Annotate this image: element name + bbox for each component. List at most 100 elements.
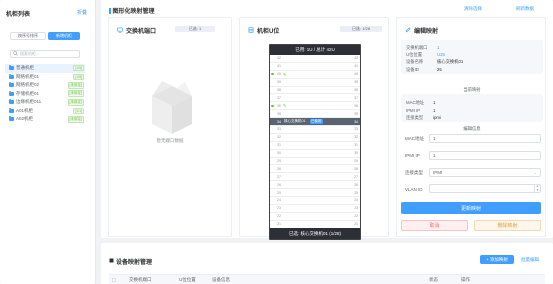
cancel-button[interactable]: 取消: [401, 220, 468, 231]
edit-card-title-text: 编辑映射: [414, 29, 439, 35]
switch-card-title-text: 交换机端口: [126, 29, 157, 35]
add-mapping-button[interactable]: + 添加映射: [480, 255, 514, 264]
slot-number-right: 24: [354, 198, 358, 203]
slot-number-right: 37: [354, 95, 358, 100]
rack-slot[interactable]: 23 23: [270, 205, 360, 213]
grid-icon: [109, 258, 114, 265]
status-dot: [271, 104, 274, 108]
slot-number-left: 21: [277, 222, 281, 227]
rack-slot[interactable]: 26 26: [270, 181, 360, 190]
tree-item[interactable]: 边缘机柜011 [未绑定]: [5, 98, 85, 107]
rack-slot[interactable]: 27 27: [270, 173, 360, 182]
connection-type-select[interactable]: IPMI ⌄: [429, 168, 541, 177]
info-key: U位位置: [406, 52, 422, 58]
connection-type-value: IPMI: [433, 170, 443, 175]
info-value: 25: [437, 66, 442, 72]
current-values: 1 1 ipmi: [433, 99, 441, 122]
sort-button-label: 按序号排序: [18, 33, 38, 38]
slot-number-left: 36: [277, 103, 281, 108]
col-header: 操作: [461, 277, 470, 282]
info-value: 1: [437, 45, 440, 50]
update-mapping-button[interactable]: 更新映射: [401, 202, 541, 214]
slot-number-left: 28: [277, 166, 281, 171]
info-key: 设备名称: [406, 59, 424, 65]
rack-footer: 已选: 核心交换机01 (1/28): [270, 228, 360, 239]
status-dot: [271, 72, 274, 76]
cabinet-search-input[interactable]: 搜索机柜...: [10, 50, 80, 58]
rack-slot[interactable]: 33 33: [270, 126, 360, 134]
tree-item[interactable]: A01机柜 [1/1]: [5, 107, 85, 116]
sort-button[interactable]: 按序号排序: [10, 32, 46, 40]
select-all-checkbox[interactable]: [112, 278, 116, 282]
tree-item[interactable]: 普通机柜 [1/5]: [5, 64, 85, 73]
slot-number-left: 42: [277, 56, 281, 61]
slot-number-left: 31: [277, 143, 281, 148]
empty-box-icon: [147, 76, 197, 138]
vlan-input[interactable]: ▲ ▼: [429, 184, 541, 193]
rack-slot[interactable]: 34 核心交换机01 已使用 34: [270, 118, 360, 127]
tree-item-label: 网络机柜02: [16, 82, 40, 88]
slot-number-left: 26: [277, 182, 281, 187]
batch-edit-link[interactable]: 批量编辑: [521, 257, 539, 263]
rack-slot[interactable]: 28 28: [270, 165, 360, 174]
slot-number-left: 40: [277, 72, 281, 77]
slot-number-right: 28: [354, 166, 358, 171]
rack-slot[interactable]: 22 22: [270, 213, 360, 221]
rack-slot[interactable]: 38 38: [270, 87, 360, 95]
rack-slot[interactable]: 39 39: [270, 79, 360, 87]
slot-number-right: 25: [354, 190, 358, 195]
rack-slot[interactable]: 37 37: [270, 94, 360, 103]
slot-number-left: 30: [277, 151, 281, 156]
mac-input[interactable]: 1: [429, 134, 541, 143]
rack-slot[interactable]: 35 35: [270, 110, 360, 119]
device-mapping-title-text: 设备映射管理: [116, 260, 153, 266]
rack-slot[interactable]: 32 32: [270, 134, 360, 142]
rack-slot[interactable]: 25 25: [270, 189, 360, 198]
slot-number-right: 26: [354, 182, 358, 187]
tree-item[interactable]: 网络机柜01 [1/5]: [5, 73, 85, 82]
tree-item[interactable]: A02机柜 [未绑定]: [5, 115, 85, 124]
tree-item-tag: [未绑定]: [67, 90, 84, 98]
tree-item-tag: [未绑定]: [67, 115, 84, 123]
tree-item[interactable]: 存储机柜01 [未绑定]: [5, 90, 85, 99]
col-header: 交换机端口: [129, 277, 152, 282]
refresh-link[interactable]: 刷新数据: [516, 6, 534, 12]
rack-slot[interactable]: 31 31: [270, 142, 360, 150]
vlan-stepper[interactable]: ▲ ▼: [534, 184, 540, 192]
rack-card-title-text: 机柜U位: [257, 29, 280, 35]
current-mapping-box: MAC地址 IPMI IP 连接类型 1 1 ipmi: [401, 94, 543, 122]
current-mapping-title: 当前映射: [463, 87, 481, 92]
empty-text: 暂无端口数据: [156, 138, 184, 143]
folder-icon: [9, 116, 14, 122]
rack-slot[interactable]: 24 24: [270, 197, 360, 205]
rack-slot[interactable]: 36 ✎ 36: [270, 102, 360, 111]
cabinet-sidebar: 机柜列表 折叠 按序号排序 新增机柜 搜索机柜... 普通机柜 [1/5] 网络机…: [0, 0, 96, 284]
mapping-title-text: 图形化映射管理: [112, 9, 155, 15]
rack-card: 机柜U位 已选: 1/28 已用: 1U / 总计 42U 42 42 41 41 40…: [239, 17, 389, 240]
fold-link[interactable]: 折叠: [77, 9, 87, 16]
slot-device-label: 核心交换机01: [284, 119, 306, 124]
rack-slot[interactable]: 29 29: [270, 158, 360, 166]
info-key: 交换机端口: [406, 45, 428, 50]
slot-number-right: 30: [354, 151, 358, 156]
slot-number-right: 39: [354, 80, 358, 85]
info-value: 核心交换机01: [437, 59, 464, 65]
clear-selection-link[interactable]: 清除选择: [464, 6, 482, 12]
folder-icon: [9, 90, 14, 96]
pin-icon: ✎: [283, 71, 287, 77]
ipmi-ip-input[interactable]: 1: [429, 151, 541, 160]
add-cabinet-button[interactable]: 新增机柜: [48, 32, 80, 40]
rack-slot[interactable]: 42 42: [270, 55, 360, 63]
slot-used-badge: 已使用: [310, 119, 323, 125]
col-header: 设备信息: [212, 277, 230, 282]
rack-slot[interactable]: 41 41: [270, 63, 360, 71]
folder-icon: [9, 82, 14, 88]
slot-number-right: 31: [354, 143, 358, 148]
selection-info-box: 交换机端口 U位位置 设备名称 设备ID 1 U25 核心交换机01 25: [401, 40, 543, 74]
tree-item[interactable]: 网络机柜02 [未绑定]: [5, 81, 85, 90]
slot-number-right: 29: [354, 159, 358, 164]
rack-slot[interactable]: 40 ✎ 40: [270, 71, 360, 79]
delete-mapping-button[interactable]: 删除映射: [474, 220, 541, 231]
rack-slot[interactable]: 30 30: [270, 150, 360, 158]
slot-number-right: 21: [354, 222, 358, 227]
